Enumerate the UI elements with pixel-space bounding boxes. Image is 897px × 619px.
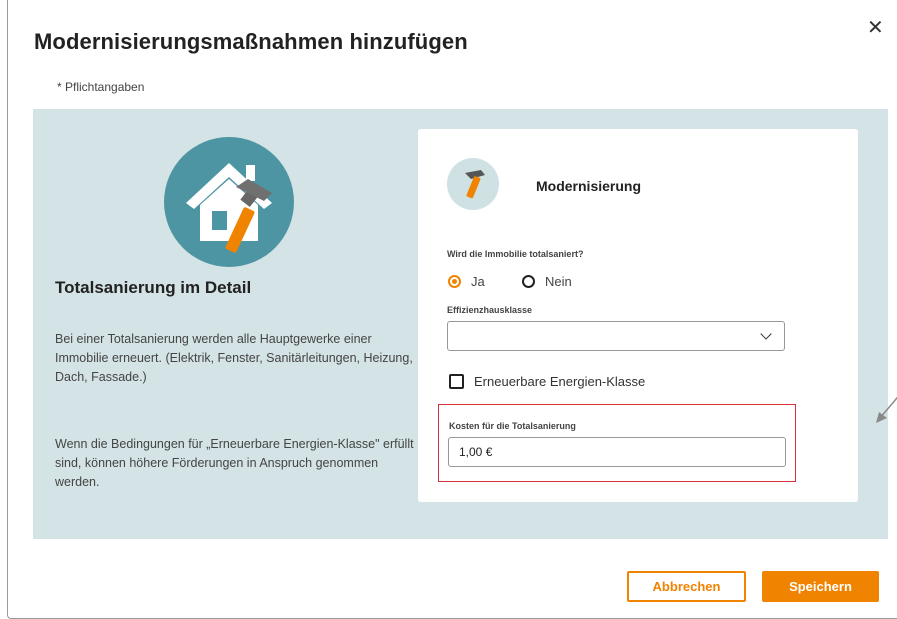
renewable-label: Erneuerbare Energien-Klasse: [474, 374, 646, 389]
radio-nein[interactable]: Nein: [522, 274, 572, 289]
hammer-icon: [447, 158, 499, 210]
required-note: * Pflichtangaben: [57, 80, 145, 94]
cost-input[interactable]: [448, 437, 786, 467]
renewable-checkbox[interactable]: [449, 374, 464, 389]
cost-label: Kosten für die Totalsanierung: [449, 421, 576, 431]
content-panel: Totalsanierung im Detail Bei einer Total…: [33, 109, 888, 539]
cancel-button[interactable]: Abbrechen: [627, 571, 746, 602]
efficiency-select[interactable]: [447, 321, 785, 351]
radio-nein-label: Nein: [545, 274, 572, 289]
house-hammer-icon: [164, 137, 294, 267]
info-paragraph-1: Bei einer Totalsanierung werden alle Hau…: [55, 332, 413, 384]
pointer-arrow-icon: [876, 396, 897, 423]
cost-highlight-box: Kosten für die Totalsanierung: [438, 404, 796, 482]
close-icon[interactable]: ✕: [867, 18, 884, 38]
radio-ja-label: Ja: [471, 274, 485, 289]
radio-nein-circle[interactable]: [522, 275, 535, 288]
renewable-checkbox-row[interactable]: Erneuerbare Energien-Klasse: [449, 374, 645, 389]
total-question-label: Wird die Immobilie totalsaniert?: [447, 249, 584, 259]
info-paragraph-2: Wenn die Bedingungen für „Erneuerbare En…: [55, 437, 414, 489]
save-button[interactable]: Speichern: [762, 571, 879, 602]
modernisierung-card: Modernisierung Wird die Immobilie totals…: [418, 129, 858, 502]
radio-ja[interactable]: Ja: [448, 274, 485, 289]
dialog-title: Modernisierungsmaßnahmen hinzufügen: [34, 29, 468, 54]
info-title: Totalsanierung im Detail: [55, 278, 252, 297]
modal-dialog: Modernisierungsmaßnahmen hinzufügen ✕ * …: [7, 0, 897, 619]
chevron-down-icon: [760, 328, 772, 340]
efficiency-label: Effizienzhausklasse: [447, 305, 533, 315]
card-title: Modernisierung: [536, 178, 642, 194]
radio-ja-circle[interactable]: [448, 275, 461, 288]
